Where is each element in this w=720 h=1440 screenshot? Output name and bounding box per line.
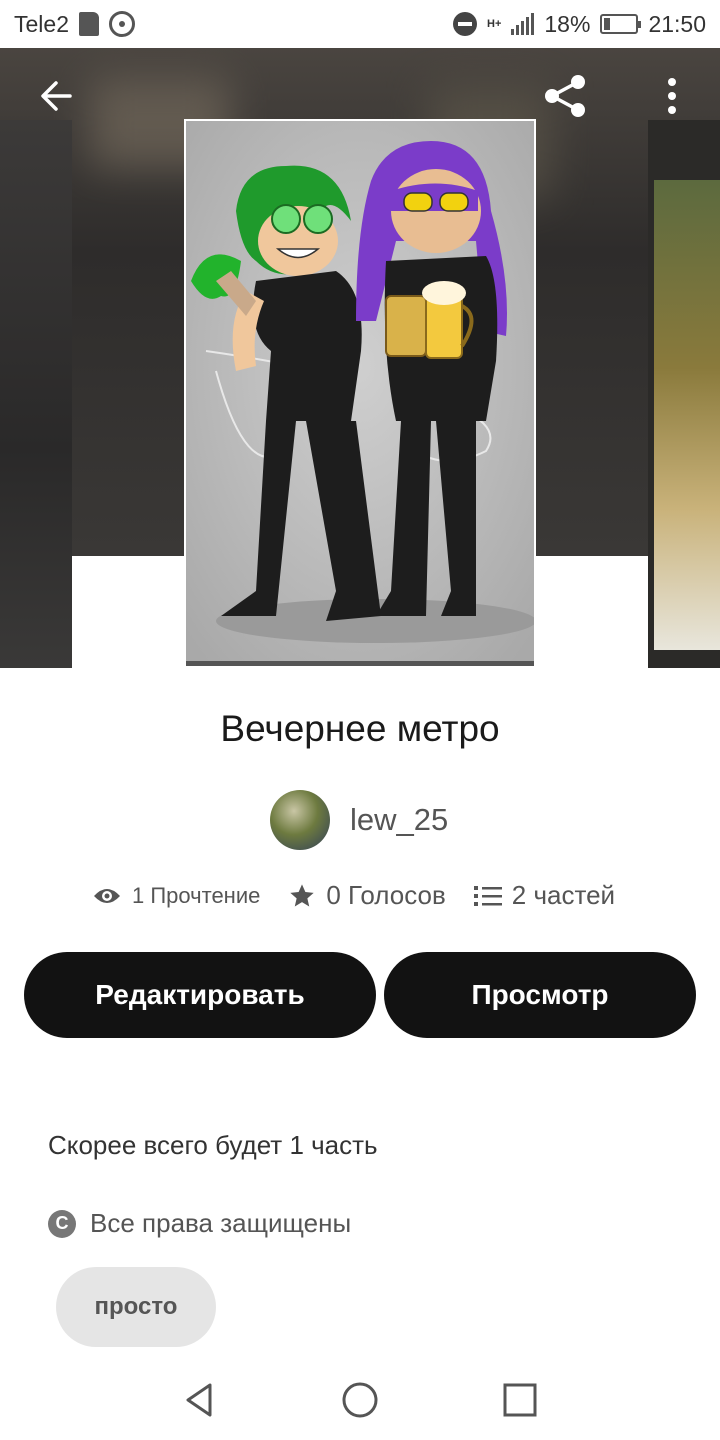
parts-count: 2 частей xyxy=(511,880,616,910)
votes-stat: 0 Голосов xyxy=(288,880,446,911)
system-navigation-bar xyxy=(0,1360,720,1440)
story-title: Вечернее метро xyxy=(220,708,500,749)
author-name: lew_25 xyxy=(350,802,449,837)
home-nav-icon[interactable] xyxy=(340,1380,380,1420)
author-link[interactable]: lew_25 xyxy=(270,790,448,850)
back-button[interactable] xyxy=(32,72,80,120)
clock: 21:50 xyxy=(648,10,706,37)
story-description: Скорее всего будет 1 часть xyxy=(48,1130,378,1160)
do-not-disturb-icon xyxy=(453,12,478,36)
list-icon xyxy=(473,885,502,906)
sd-card-icon xyxy=(78,12,99,36)
hotspot-icon xyxy=(108,11,135,37)
avatar xyxy=(270,790,330,850)
more-vertical-icon xyxy=(668,78,676,114)
copyright-notice: C Все права защищены xyxy=(48,1208,351,1239)
status-left: Tele2 xyxy=(14,11,135,38)
network-type-label: H+ xyxy=(487,17,502,30)
arrow-left-icon xyxy=(41,81,72,111)
previous-cover-thumbnail[interactable] xyxy=(0,120,72,668)
copyright-icon: C xyxy=(48,1209,76,1238)
copyright-label: Все права защищены xyxy=(90,1208,352,1238)
carrier-label: Tele2 xyxy=(14,10,69,37)
signal-icon xyxy=(511,13,535,35)
share-button[interactable] xyxy=(542,72,590,120)
status-right: H+ 18% 21:50 xyxy=(453,11,706,38)
reads-stat: 1 Прочтение xyxy=(92,883,260,909)
battery-percent: 18% xyxy=(544,10,591,37)
more-options-button[interactable] xyxy=(648,72,696,120)
star-icon xyxy=(290,883,315,906)
edit-button[interactable]: Редактировать xyxy=(24,952,376,1038)
story-cover[interactable] xyxy=(184,119,536,668)
tag-chip[interactable]: просто xyxy=(56,1267,216,1347)
status-bar: Tele2 H+ 18% 21:50 xyxy=(0,0,720,48)
battery-icon xyxy=(600,14,642,34)
story-stats: 1 Прочтение 0 Голосов 2 частей xyxy=(92,880,643,911)
share-icon xyxy=(545,75,585,117)
votes-count: 0 Голосов xyxy=(326,880,446,910)
recents-nav-icon[interactable] xyxy=(500,1380,540,1420)
reads-count: 1 Прочтение xyxy=(132,882,261,908)
eye-icon xyxy=(94,888,120,903)
back-nav-icon[interactable] xyxy=(180,1380,220,1420)
cover-illustration xyxy=(186,121,534,666)
parts-stat: 2 частей xyxy=(473,880,616,911)
next-cover-thumbnail[interactable] xyxy=(648,120,720,668)
view-button[interactable]: Просмотр xyxy=(384,952,696,1038)
